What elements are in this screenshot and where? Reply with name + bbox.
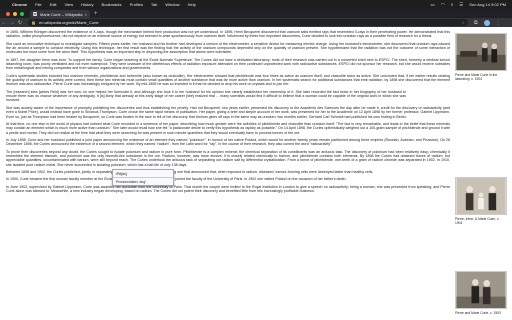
figure-curies-laboratory: Pierre and Marie Curie in the laboratory… xyxy=(455,33,507,82)
wifi-icon[interactable]: ◠ xyxy=(441,2,445,8)
menu-file[interactable]: File xyxy=(35,2,41,7)
tab-marie-curie[interactable]: W Marie Curie – Wikipedia × xyxy=(30,10,90,18)
browser-toolbar: ← → ↻ 🔒 en.wikipedia.org/wiki/Marie_Curi… xyxy=(0,18,512,27)
bookmark-star-icon[interactable]: ☆ xyxy=(461,20,465,25)
menu-bookmarks[interactable]: Bookmarks xyxy=(102,2,122,7)
url-text: en.wikipedia.org/wiki/Marie_Curie xyxy=(38,20,99,25)
clock[interactable]: Sun Aug 14 9:02 PM xyxy=(469,2,506,7)
wikipedia-favicon-icon: W xyxy=(33,12,37,16)
tab-strip: W Marie Curie – Wikipedia × + xyxy=(0,9,512,18)
curie-family-photo[interactable] xyxy=(455,177,507,215)
control-center-icon[interactable]: ☰ xyxy=(459,2,463,8)
menu-view[interactable]: View xyxy=(64,2,73,7)
pierre-marie-photo[interactable] xyxy=(455,271,507,309)
menu-chrome[interactable]: Chrome xyxy=(12,2,27,7)
new-tab-button[interactable]: + xyxy=(94,10,98,18)
figure-curie-family: Pierre, Irène, & Marie Curie, c. 1904 xyxy=(455,177,507,226)
address-bar[interactable]: 🔒 en.wikipedia.org/wiki/Marie_Curie ☆ xyxy=(28,19,468,26)
blockquote: The [research] idea [writes Reid] was he… xyxy=(6,89,406,103)
paragraph: In 1895, Wilhelm Röntgen discovered the … xyxy=(6,30,450,39)
extensions-icon[interactable]: ⧉ xyxy=(474,20,478,26)
paragraph: Curie's systematic studies included two … xyxy=(6,73,450,87)
back-arrow-icon[interactable]: ← xyxy=(0,20,8,26)
tab-title: Marie Curie – Wikipedia xyxy=(40,11,83,17)
minimize-window-button[interactable] xyxy=(13,11,17,16)
profile-avatar[interactable] xyxy=(483,19,490,26)
close-window-button[interactable] xyxy=(6,11,10,16)
pronunciation-tooltip: IPA[ʁɛ] Pronunciation: /ʁɛj/ xyxy=(112,169,174,186)
window-controls xyxy=(0,9,30,18)
lock-icon[interactable]: 🔒 xyxy=(31,20,36,25)
reload-icon[interactable]: ↻ xyxy=(16,20,24,26)
tooltip-title: IPA[ʁɛ] xyxy=(113,170,173,178)
menu-help[interactable]: Help xyxy=(188,2,196,7)
figure-caption: Pierre, Irène, & Marie Curie, c. 1904 xyxy=(455,216,500,225)
fullscreen-window-button[interactable] xyxy=(20,11,24,16)
paragraph: Between 1898 and 1902, the Curies publis… xyxy=(6,169,374,174)
curies-laboratory-photo[interactable] xyxy=(455,33,507,71)
figure-pierre-marie: Pierre and Marie Curie, c. 1903 xyxy=(455,271,507,316)
tab-close-icon[interactable]: × xyxy=(85,12,87,17)
paragraph: In 1900, Curie became the first woman fa… xyxy=(6,177,347,182)
menu-history[interactable]: History xyxy=(81,2,93,7)
menu-tab[interactable]: Tab xyxy=(151,2,157,7)
tooltip-subtitle: Pronunciation: /ʁɛj/ xyxy=(116,179,146,184)
paragraph: To prove their discoveries beyond any do… xyxy=(6,149,450,167)
paragraph: She was acutely aware of the importance … xyxy=(6,105,450,119)
menu-profiles[interactable]: Profiles xyxy=(130,2,143,7)
status-area: ▭ ◠ ⌕ ☰ Sun Aug 14 9:02 PM xyxy=(431,2,512,8)
search-icon[interactable]: ⌕ xyxy=(451,2,454,7)
paragraph: In 1897, her daughter Irène was born. To… xyxy=(6,57,450,71)
battery-icon[interactable]: ▭ xyxy=(431,2,435,8)
article-body: In 1895, Wilhelm Röntgen discovered the … xyxy=(6,30,450,196)
page-content: In 1895, Wilhelm Röntgen discovered the … xyxy=(0,27,512,320)
menu-edit[interactable]: Edit xyxy=(50,2,57,7)
forward-arrow-icon[interactable]: → xyxy=(8,20,16,26)
paragraph: In July 1898, Curie and her husband publ… xyxy=(6,137,450,147)
paragraph: In June 1903, supervised by Gabriel Lipp… xyxy=(6,184,450,193)
paragraph: She used an innovative technique to inve… xyxy=(6,41,450,55)
macos-menu-bar: Chrome File Edit View History Bookmarks … xyxy=(0,0,512,9)
figure-caption: Pierre and Marie Curie, c. 1903 xyxy=(455,310,501,315)
menu-kebab-icon[interactable]: ⋮ xyxy=(496,20,501,26)
figure-caption: Pierre and Marie Curie in the laboratory… xyxy=(455,72,498,81)
paragraph: At that time, no one else in the world o… xyxy=(6,121,450,135)
menu-window[interactable]: Window xyxy=(165,2,179,7)
